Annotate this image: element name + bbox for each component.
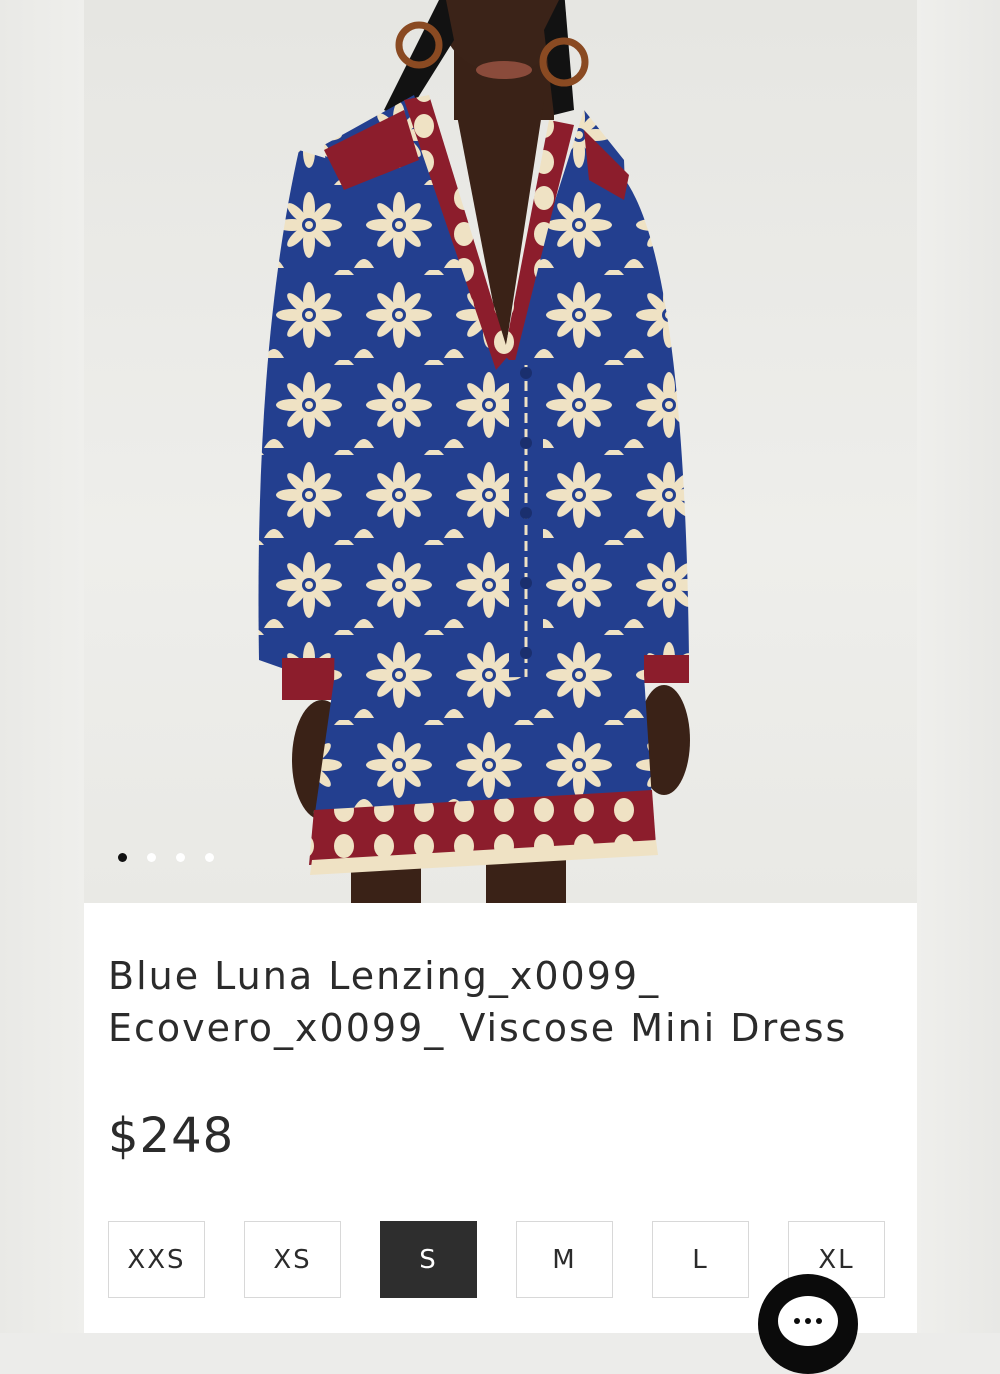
product-title-line-1: Blue Luna Lenzing_x0099_ — [108, 954, 661, 998]
product-card: Blue Luna Lenzing_x0099_ Ecovero_x0099_ … — [84, 0, 917, 1333]
gallery-dot-3[interactable] — [176, 853, 185, 862]
size-selector: XXS XS S M L XL — [108, 1221, 885, 1298]
size-option-xs[interactable]: XS — [244, 1221, 341, 1298]
page-margin-left — [0, 0, 84, 1333]
product-title-line-2: Ecovero_x0099_ Viscose Mini Dress — [108, 1006, 848, 1050]
gallery-dot-1[interactable] — [118, 853, 127, 862]
product-photo — [258, 0, 690, 903]
product-title: Blue Luna Lenzing_x0099_ Ecovero_x0099_ … — [108, 950, 898, 1054]
gallery-dot-2[interactable] — [147, 853, 156, 862]
product-image-gallery[interactable] — [84, 0, 917, 903]
size-option-l[interactable]: L — [652, 1221, 749, 1298]
size-option-m[interactable]: M — [516, 1221, 613, 1298]
product-price: $248 — [108, 1108, 235, 1164]
page-margin-right — [917, 0, 1000, 1333]
gallery-pagination — [118, 853, 214, 862]
gallery-dot-4[interactable] — [205, 853, 214, 862]
size-option-xxs[interactable]: XXS — [108, 1221, 205, 1298]
size-option-s[interactable]: S — [380, 1221, 477, 1298]
chat-button[interactable] — [758, 1274, 858, 1374]
chat-bubble-icon — [778, 1296, 838, 1346]
